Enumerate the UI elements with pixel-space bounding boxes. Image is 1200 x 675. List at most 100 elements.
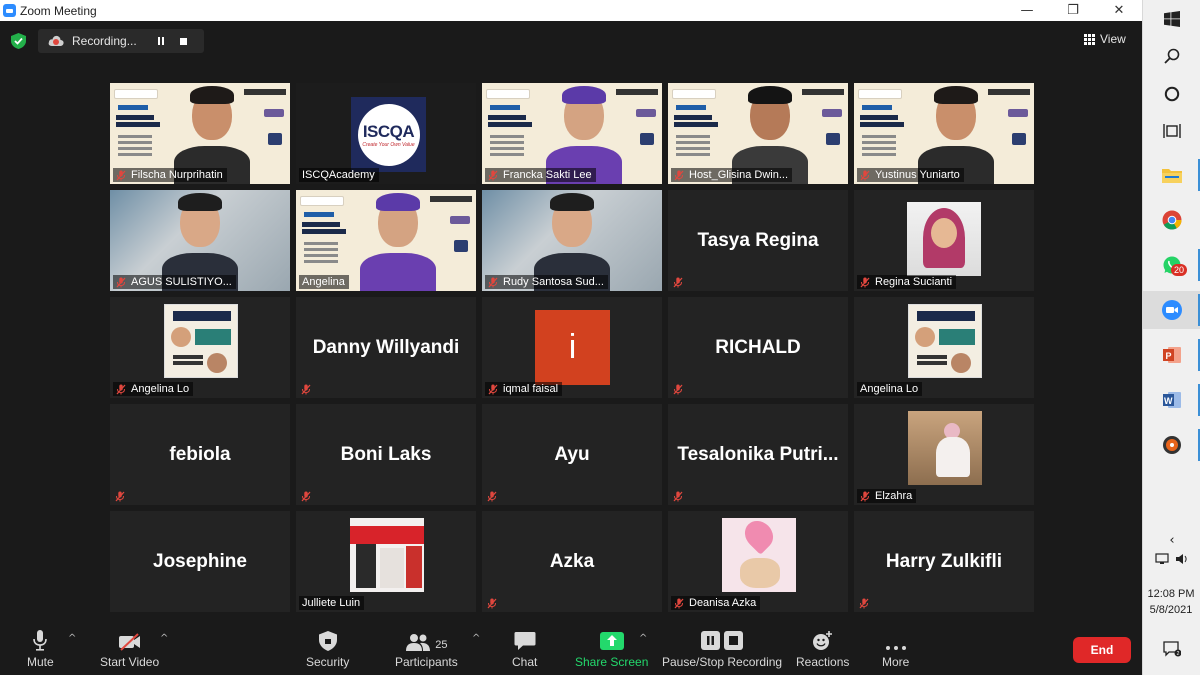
participant-tile[interactable]: Regina Sucianti (854, 190, 1034, 291)
network-icon[interactable] (1155, 553, 1169, 565)
smiley-plus-icon (812, 629, 834, 651)
microphone-icon (33, 629, 48, 651)
search-button[interactable] (1143, 37, 1200, 75)
grid-view-icon (1084, 33, 1095, 45)
more-button[interactable]: More (882, 629, 909, 669)
pause-stop-icon (701, 629, 744, 651)
muted-mic-icon (487, 598, 497, 609)
taskbar-file-explorer[interactable] (1143, 156, 1200, 194)
participant-tile[interactable]: Danny Willyandi (296, 297, 476, 398)
participant-tile[interactable]: Angelina (296, 190, 476, 291)
avatar (722, 515, 796, 592)
screen: Zoom Meeting — ❐ ✕ Recording... View Fil… (0, 0, 1200, 675)
participant-tile[interactable]: Ayu (482, 404, 662, 505)
windows-logo-icon (1164, 11, 1180, 27)
mute-button[interactable]: Mute (27, 629, 54, 669)
taskbar-whatsapp[interactable]: 20 (1143, 246, 1200, 284)
cortana-button[interactable] (1143, 75, 1200, 113)
security-shield-icon (318, 629, 337, 651)
recording-indicator: Recording... (38, 29, 204, 53)
participant-tile[interactable]: AGUS SULISTIYO... (110, 190, 290, 291)
audio-options-caret[interactable]: ^ (68, 633, 76, 644)
participant-tile[interactable]: Angelina Lo (110, 297, 290, 398)
participant-name-label: Angelina Lo (857, 382, 923, 396)
reactions-button[interactable]: Reactions (796, 629, 849, 669)
view-label: View (1100, 32, 1126, 46)
search-icon (1164, 48, 1180, 64)
svg-text:2: 2 (1177, 651, 1180, 657)
muted-mic-icon (488, 277, 498, 287)
taskbar-word[interactable]: W (1143, 381, 1200, 419)
participant-tile[interactable]: Rudy Santosa Sud... (482, 190, 662, 291)
share-options-caret[interactable]: ^ (639, 633, 647, 644)
chat-button[interactable]: Chat (512, 629, 537, 669)
taskbar-clock[interactable]: 12:08 PM 5/8/2021 (1142, 586, 1200, 618)
restore-button[interactable]: ❐ (1050, 0, 1096, 21)
participant-tile[interactable]: Julliete Luin (296, 511, 476, 612)
muted-mic-icon (487, 491, 497, 502)
participant-tile[interactable]: i iqmal faisal (482, 297, 662, 398)
participant-tile[interactable]: Host_Glisina Dwin... (668, 83, 848, 184)
participant-tile[interactable]: Deanisa Azka (668, 511, 848, 612)
zoom-app-icon (3, 4, 16, 17)
cloud-record-icon (48, 35, 64, 46)
more-dots-icon (885, 629, 907, 651)
participant-tile[interactable]: febiola (110, 404, 290, 505)
participant-tile[interactable]: Yustinus Yuniarto (854, 83, 1034, 184)
chrome-icon (1162, 210, 1182, 230)
participant-name: Host_Glisina Dwin... (689, 169, 789, 181)
participant-name: Elzahra (875, 490, 913, 502)
video-options-caret[interactable]: ^ (160, 633, 168, 644)
participants-button[interactable]: 25 Participants (395, 629, 458, 669)
participant-tile[interactable]: ISCQA Create Your Own Value ISCQAcademy (296, 83, 476, 184)
task-view-button[interactable] (1143, 112, 1200, 150)
participant-name-label (485, 490, 499, 503)
participant-tile[interactable]: Francka Sakti Lee (482, 83, 662, 184)
taskbar-chrome[interactable] (1143, 201, 1200, 239)
participant-name: Julliete Luin (302, 597, 361, 609)
security-button[interactable]: Security (306, 629, 349, 669)
participant-tile[interactable]: Elzahra (854, 404, 1034, 505)
share-screen-button[interactable]: Share Screen (575, 629, 648, 669)
taskbar-media-app[interactable] (1143, 426, 1200, 464)
participant-name-label (671, 490, 685, 503)
participant-name-label: Yustinus Yuniarto (857, 168, 964, 182)
participant-tile[interactable]: Tesalonika Putri... (668, 404, 848, 505)
security-shield-icon[interactable] (11, 33, 26, 49)
participant-tile[interactable]: Filscha Nurprihatin (110, 83, 290, 184)
participant-tile[interactable]: Boni Laks (296, 404, 476, 505)
security-label: Security (306, 655, 350, 669)
start-video-button[interactable]: Start Video (100, 629, 159, 669)
view-button[interactable]: View (1084, 29, 1134, 49)
close-button[interactable]: ✕ (1096, 0, 1142, 21)
taskbar-powerpoint[interactable]: P (1143, 336, 1200, 374)
participant-tile[interactable]: Azka (482, 511, 662, 612)
end-meeting-button[interactable]: End (1073, 637, 1131, 663)
volume-icon[interactable] (1175, 553, 1189, 565)
avatar: i (535, 310, 610, 385)
taskbar-zoom[interactable] (1143, 291, 1200, 329)
participant-tile[interactable]: Harry Zulkifli (854, 511, 1034, 612)
minimize-button[interactable]: — (1004, 0, 1050, 21)
muted-mic-icon (301, 491, 311, 502)
pause-recording-button[interactable] (152, 32, 170, 50)
participant-name-label (299, 490, 313, 503)
svg-text:P: P (1166, 351, 1172, 361)
participant-name-label: Filscha Nurprihatin (113, 168, 227, 182)
participant-name: Angelina Lo (860, 383, 919, 395)
pause-stop-recording-button[interactable]: Pause/Stop Recording (662, 629, 782, 669)
participants-options-caret[interactable]: ^ (472, 633, 480, 644)
windows-start-button[interactable] (1143, 0, 1200, 38)
chat-bubble-icon (514, 629, 536, 651)
participant-tile[interactable]: Josephine (110, 511, 290, 612)
stop-recording-button[interactable] (174, 32, 192, 50)
participants-count: 25 (435, 639, 448, 651)
participant-tile[interactable]: RICHALD (668, 297, 848, 398)
windows-taskbar: 20 P W ‹ 2 (1142, 0, 1200, 675)
action-center-button[interactable]: 2 (1143, 630, 1200, 668)
participant-tile[interactable]: Tasya Regina (668, 190, 848, 291)
share-screen-icon (599, 629, 624, 651)
participant-name: Yustinus Yuniarto (875, 169, 960, 181)
participant-name-label: ISCQAcademy (299, 168, 379, 182)
participant-tile[interactable]: Angelina Lo (854, 297, 1034, 398)
